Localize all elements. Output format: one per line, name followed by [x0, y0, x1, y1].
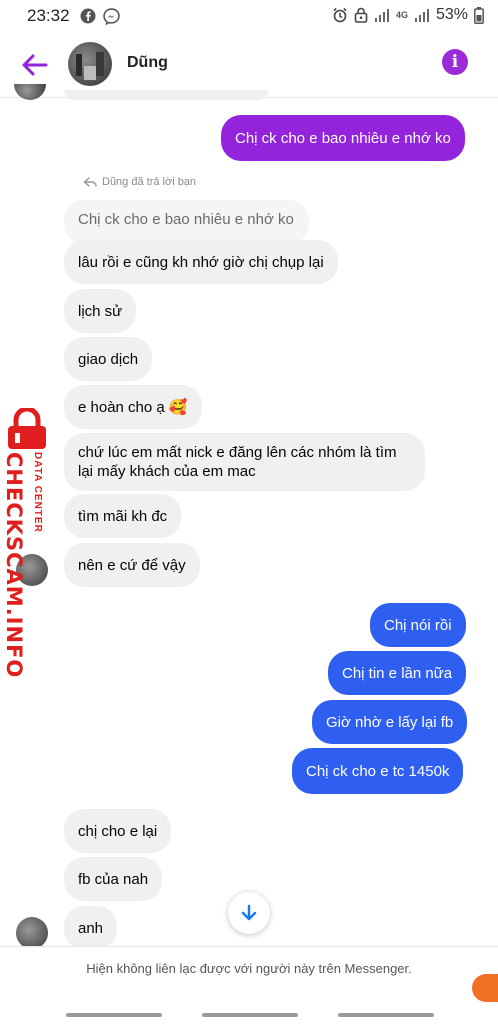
message-text: tìm mãi kh đc	[78, 507, 168, 525]
message-in[interactable]: e hoàn cho ạ 🥰	[64, 385, 202, 429]
message-text: Chị nói rồi	[384, 616, 452, 634]
messenger-icon	[103, 8, 120, 25]
quoted-message[interactable]: Chị ck cho e bao nhiêu e nhớ ko	[64, 200, 309, 244]
signal-icon	[374, 9, 389, 22]
battery-level: 53%	[435, 6, 468, 23]
contact-avatar[interactable]	[68, 42, 112, 86]
status-right: 4G 53%	[332, 6, 484, 24]
message-out[interactable]: Chị tin e lần nữa	[328, 651, 467, 695]
message-out[interactable]: Chị nói rồi	[370, 603, 466, 647]
message-in[interactable]: nên e cứ để vậy	[64, 543, 200, 587]
signal-icon	[414, 9, 429, 22]
nav-bar-home[interactable]	[202, 1013, 298, 1017]
battery-icon	[474, 6, 484, 24]
message-text: e hoàn cho ạ 🥰	[78, 399, 188, 416]
message-in[interactable]: fb của nah	[64, 857, 163, 901]
alarm-icon	[333, 7, 347, 23]
message-in[interactable]: lâu rồi e cũng kh nhớ giờ chị chụp lại	[64, 240, 338, 284]
unavailable-notice: Hiện không liên lạc được với người này t…	[86, 961, 412, 976]
network-type: 4G	[395, 9, 408, 20]
message-text: Chị ck cho e bao nhiêu e nhớ ko	[235, 129, 451, 147]
message-out[interactable]: Giờ nhờ e lấy lại fb	[312, 700, 468, 744]
message-out[interactable]: Chị ck cho e tc 1450k	[292, 748, 464, 794]
nav-bar-left[interactable]	[66, 1013, 162, 1017]
message-in[interactable]: lịch sử	[64, 289, 137, 333]
message-in[interactable]: tìm mãi kh đc	[64, 494, 182, 538]
corner-badge[interactable]	[472, 974, 498, 1002]
watermark-main: CHECKSCAM.INFO	[2, 452, 26, 679]
reply-icon	[83, 177, 97, 187]
contact-name[interactable]: Dũng	[127, 54, 168, 72]
status-bar: 23:32 4G 53%	[0, 0, 498, 34]
facebook-icon	[80, 8, 96, 24]
avatar	[16, 917, 48, 949]
message-bubble-cut	[64, 90, 269, 100]
watermark: CHECKSCAM.INFO DATA CENTER	[0, 400, 60, 678]
lock-icon	[8, 408, 46, 449]
status-time: 23:32	[27, 6, 70, 25]
message-text: nên e cứ để vậy	[78, 556, 186, 574]
message-text: Chị ck cho e tc 1450k	[306, 762, 450, 780]
message-in[interactable]: chứ lúc em mất nick e đăng lên các nhóm …	[64, 433, 425, 491]
lock-icon	[354, 7, 368, 23]
message-text: giao dịch	[78, 350, 139, 368]
chat-header: Dũng i	[0, 34, 498, 98]
back-arrow-icon[interactable]	[18, 50, 52, 80]
message-text: lâu rồi e cũng kh nhớ giờ chị chụp lại	[78, 253, 324, 271]
footer: Hiện không liên lạc được với người này t…	[0, 946, 498, 1024]
arrow-down-icon	[241, 904, 257, 921]
message-text: fb của nah	[78, 870, 149, 888]
nav-bar-right[interactable]	[338, 1013, 434, 1017]
message-in[interactable]: giao dịch	[64, 337, 153, 381]
message-text: lịch sử	[78, 302, 123, 320]
scroll-down-button[interactable]	[228, 892, 270, 934]
message-text: chứ lúc em mất nick e đăng lên các nhóm …	[78, 444, 397, 480]
replied-note: Dũng đã trả lời bạn	[83, 176, 196, 188]
message-text: anh	[78, 919, 104, 937]
info-icon[interactable]: i	[442, 49, 468, 75]
avatar-photo	[76, 52, 104, 80]
message-in[interactable]: anh	[64, 906, 118, 950]
message-in[interactable]: chị cho e lại	[64, 809, 172, 853]
message-text: Chị ck cho e bao nhiêu e nhớ ko	[78, 211, 294, 228]
message-text: chị cho e lại	[78, 822, 158, 840]
watermark-sub: DATA CENTER	[32, 452, 43, 533]
message-text: Chị tin e lần nữa	[342, 664, 453, 682]
message-out[interactable]: Chị ck cho e bao nhiêu e nhớ ko	[221, 115, 465, 161]
replied-note-text: Dũng đã trả lời bạn	[102, 176, 197, 188]
message-text: Giờ nhờ e lấy lại fb	[326, 713, 454, 731]
